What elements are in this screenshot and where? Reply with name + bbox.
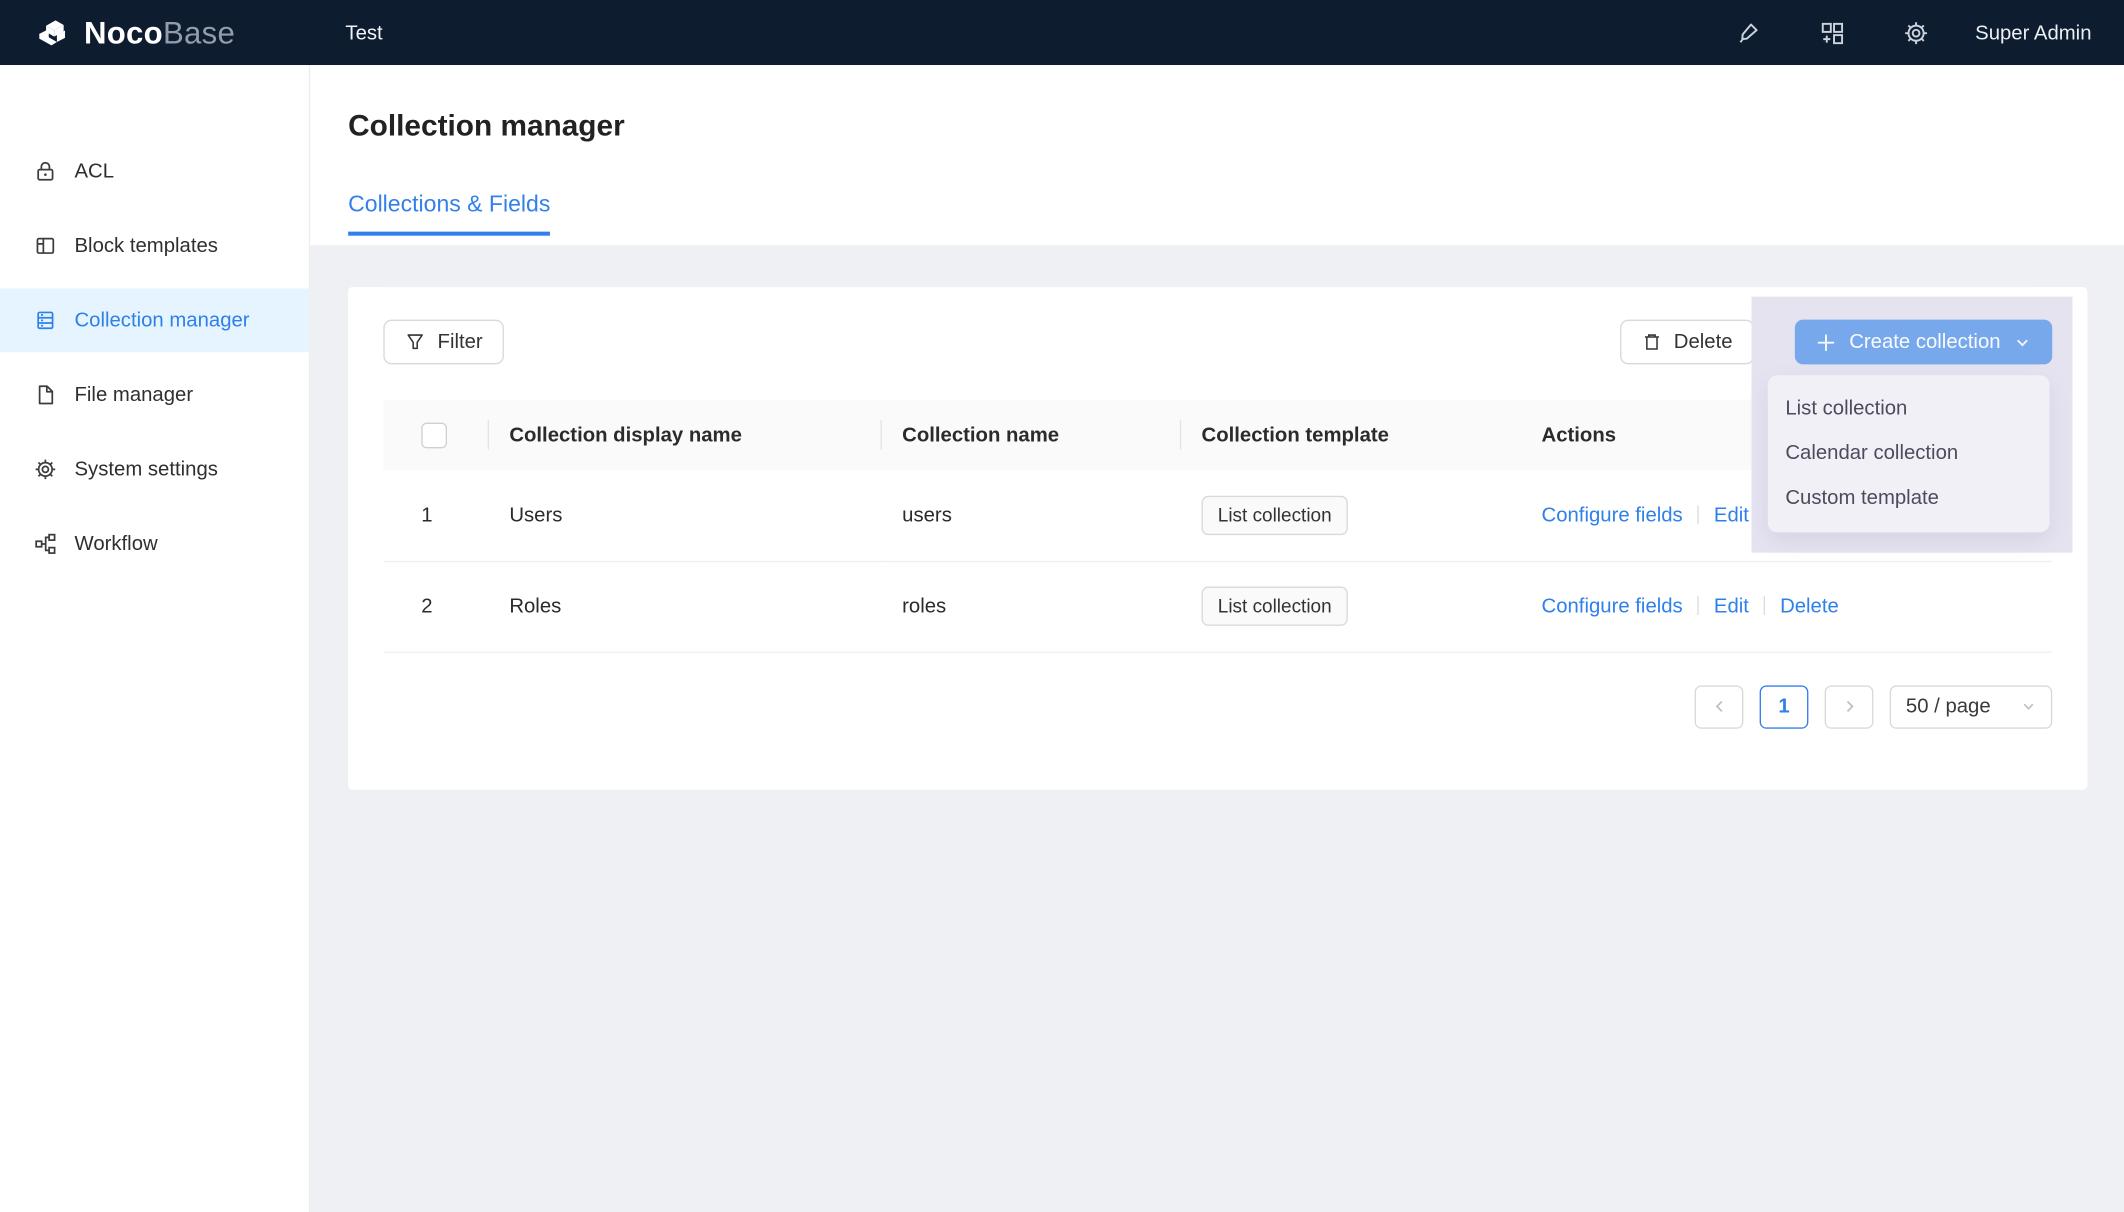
sidebar-item-acl[interactable]: ACL [0,140,309,204]
logo-text: NocoBase [84,14,235,51]
plus-icon [1817,333,1836,352]
menu-item-list-collection[interactable]: List collection [1768,386,2050,431]
create-collection-label: Create collection [1849,331,2000,354]
chevron-down-icon [2014,334,2030,350]
sidebar-item-label: Collection manager [75,309,250,332]
highlighter-icon[interactable] [1720,5,1774,59]
edit-link[interactable]: Edit [1714,595,1749,618]
menu-item-custom-template[interactable]: Custom template [1768,475,2050,520]
prev-page-button[interactable] [1695,685,1744,728]
sidebar-item-file-manager[interactable]: File manager [0,363,309,427]
sidebar-item-label: System settings [75,458,218,481]
sidebar-item-label: Block templates [75,234,218,257]
filter-button[interactable]: Filter [383,320,504,365]
next-page-button[interactable] [1825,685,1874,728]
nocobase-logo[interactable]: NocoBase [0,14,310,51]
chevron-down-icon [2002,699,2036,714]
sidebar-item-block-templates[interactable]: Block templates [0,214,309,278]
chevron-right-icon [1842,699,1857,714]
sidebar-item-label: ACL [75,160,115,183]
cell-collection-name: roles [880,561,1179,652]
delete-button-label: Delete [1674,331,1733,354]
trash-icon [1641,332,1661,352]
nav-menu-test[interactable]: Test [345,21,382,44]
appstore-add-icon[interactable] [1804,5,1858,59]
cell-display-name: Users [488,470,881,561]
delete-link[interactable]: Delete [1780,595,1839,618]
collections-card: Filter Delete Create collection [348,287,2087,790]
page-size-select[interactable]: 50 / page [1890,685,2053,728]
sidebar-item-collection-manager[interactable]: Collection manager [0,289,309,353]
template-tag: List collection [1202,587,1348,626]
template-tag: List collection [1202,495,1348,534]
gear-icon[interactable] [1888,5,1942,59]
app-root: NocoBase Test [0,0,2124,1212]
nocobase-cube-icon [35,16,72,49]
layout-icon [33,234,57,258]
sidebar-item-label: Workflow [75,532,158,555]
gear-icon [33,457,57,481]
page-header: Collection manager Collections & Fields [310,65,2124,245]
delete-button[interactable]: Delete [1620,320,1755,365]
user-menu[interactable]: Super Admin [1975,21,2091,44]
page-size-value: 50 / page [1906,695,1991,718]
settings-sidebar: ACL Block templates Collection manager [0,65,310,1212]
page-title: Collection manager [348,65,2124,146]
sidebar-item-workflow[interactable]: Workflow [0,512,309,576]
cell-display-name: Roles [488,561,881,652]
configure-fields-link[interactable]: Configure fields [1542,595,1683,618]
tab-collections-fields[interactable]: Collections & Fields [348,191,550,236]
column-header-display-name: Collection display name [488,400,881,470]
pagination: 1 50 / page [383,685,2052,728]
row-index[interactable]: 2 [383,561,487,652]
select-all-checkbox[interactable] [421,422,447,448]
main-content: Collection manager Collections & Fields … [310,65,2124,1212]
filter-button-label: Filter [438,331,483,354]
top-navbar: NocoBase Test [0,0,2124,65]
cell-collection-name: users [880,470,1179,561]
create-collection-dropdown: List collection Calendar collection Cust… [1768,375,2050,532]
workflow-icon [33,532,57,556]
row-index[interactable]: 1 [383,470,487,561]
sidebar-item-system-settings[interactable]: System settings [0,438,309,502]
menu-item-calendar-collection[interactable]: Calendar collection [1768,431,2050,476]
lock-icon [33,159,57,183]
page-number-button[interactable]: 1 [1760,685,1809,728]
column-header-name: Collection name [880,400,1179,470]
navbar-right: Super Admin [1691,5,2124,59]
configure-fields-link[interactable]: Configure fields [1542,504,1683,527]
table-row: 2 Roles roles List collection Configure … [383,561,2052,652]
table-toolbar: Filter Delete Create collection [383,320,2052,365]
file-icon [33,383,57,407]
edit-link[interactable]: Edit [1714,504,1749,527]
collection-icon [33,308,57,332]
chevron-left-icon [1712,699,1727,714]
create-collection-button[interactable]: Create collection [1795,320,2052,365]
column-header-template: Collection template [1180,400,1520,470]
sidebar-item-label: File manager [75,383,194,406]
filter-funnel-icon [405,332,425,352]
